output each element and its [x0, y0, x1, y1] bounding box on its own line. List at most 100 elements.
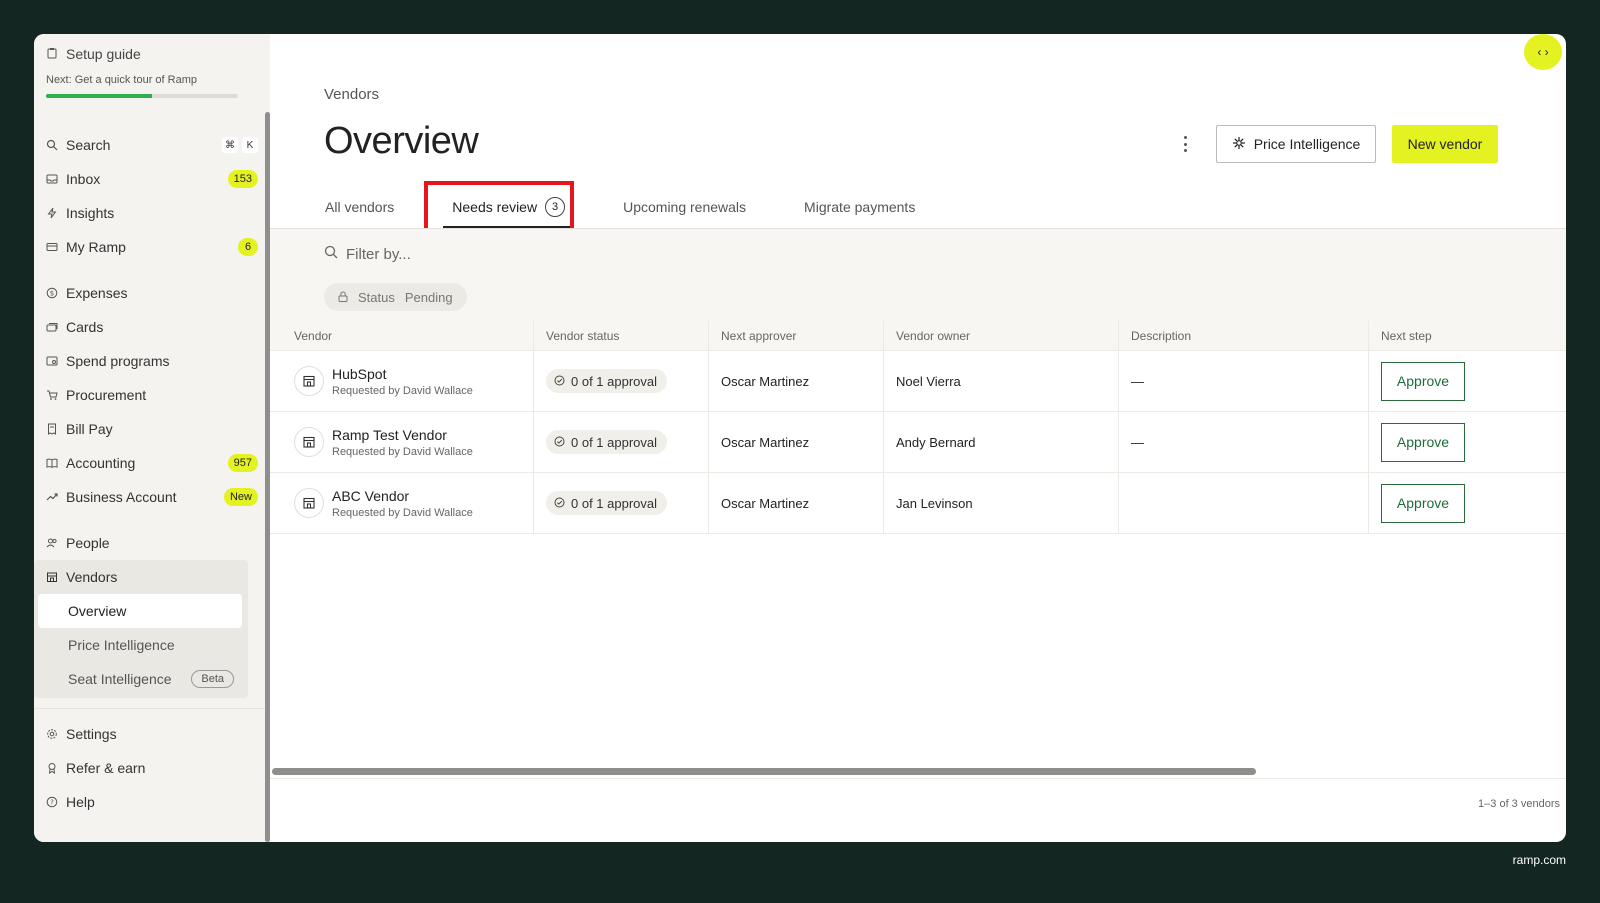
table-row[interactable]: HubSpot Requested by David Wallace 0 of 1 … [270, 351, 1566, 412]
bolt-icon [46, 207, 58, 219]
sidebar-item-procurement[interactable]: Procurement [34, 378, 270, 412]
approve-button[interactable]: Approve [1381, 422, 1465, 462]
vendor-status-cell: 0 of 1 approval [534, 412, 709, 472]
tab-migrate-payments[interactable]: Migrate payments [803, 186, 916, 228]
column-header-vendor[interactable]: Vendor [270, 321, 534, 350]
vendor-requester: Requested by David Wallace [332, 506, 473, 519]
vendor-owner-cell: Andy Bernard [884, 412, 1119, 472]
table-header: Vendor Vendor status Next approver Vendor o… [270, 321, 1566, 351]
sidebar-subitem-label: Price Intelligence [68, 637, 175, 653]
sidebar-item-label: Cards [66, 319, 104, 335]
filter-area: Filter by... Status Pending [270, 229, 1566, 321]
horizontal-scrollbar[interactable] [272, 768, 1256, 775]
column-header-vendor-status[interactable]: Vendor status [534, 321, 709, 350]
sidebar-item-business-account[interactable]: Business Account New [34, 480, 270, 514]
sidebar-item-label: Inbox [66, 171, 101, 187]
search-shortcut: ⌘ K [222, 137, 258, 153]
gear-icon [46, 728, 58, 740]
column-header-next-approver[interactable]: Next approver [709, 321, 884, 350]
tab-all-vendors[interactable]: All vendors [324, 186, 395, 228]
status-text: 0 of 1 approval [571, 434, 658, 450]
approve-button[interactable]: Approve [1381, 483, 1465, 523]
next-approver-cell: Oscar Martinez [709, 412, 884, 472]
svg-text:?: ? [50, 799, 54, 807]
sparkle-icon [1232, 136, 1246, 153]
tab-upcoming-renewals[interactable]: Upcoming renewals [622, 186, 747, 228]
next-approver-cell: Oscar Martinez [709, 351, 884, 411]
sidebar-item-accounting[interactable]: Accounting 957 [34, 446, 270, 480]
code-toggle-button[interactable]: ‹ › [1524, 34, 1562, 70]
next-step-cell: Approve [1369, 351, 1540, 411]
sidebar-item-cards[interactable]: Cards [34, 310, 270, 344]
description-cell: — [1119, 351, 1369, 411]
vendor-name: HubSpot [332, 365, 387, 382]
sidebar-item-bill-pay[interactable]: Bill Pay [34, 412, 270, 446]
price-intelligence-button[interactable]: Price Intelligence [1216, 125, 1376, 163]
description-cell: — [1119, 412, 1369, 472]
filter-input[interactable]: Filter by... [324, 245, 411, 263]
sidebar-subitem-overview[interactable]: Overview [38, 594, 242, 628]
setup-guide[interactable]: Setup guide Next: Get a quick tour of Ra… [34, 34, 270, 98]
sidebar: Setup guide Next: Get a quick tour of Ra… [34, 34, 270, 842]
vendor-requester: Requested by David Wallace [332, 384, 473, 397]
column-header-next-step[interactable]: Next step [1369, 321, 1540, 350]
count-badge: 957 [227, 454, 258, 472]
sidebar-item-search[interactable]: Search ⌘ K [34, 128, 270, 162]
sidebar-subitem-seat-intelligence[interactable]: Seat Intelligence Beta [38, 662, 242, 696]
new-vendor-button[interactable]: New vendor [1392, 125, 1498, 163]
sidebar-item-expenses[interactable]: $ Expenses [34, 276, 270, 310]
gift-icon [46, 762, 58, 774]
status-badge: 0 of 1 approval [546, 369, 668, 393]
sidebar-item-label: Refer & earn [66, 760, 146, 776]
sidebar-item-refer-earn[interactable]: Refer & earn [34, 751, 270, 785]
price-intelligence-label: Price Intelligence [1253, 136, 1361, 152]
breadcrumb[interactable]: Vendors [324, 86, 379, 103]
people-icon [46, 537, 58, 549]
sidebar-item-inbox[interactable]: Inbox 153 [34, 162, 270, 196]
sidebar-item-spend-programs[interactable]: Spend programs [34, 344, 270, 378]
sidebar-item-people[interactable]: People [34, 526, 270, 560]
table-row[interactable]: ABC Vendor Requested by David Wallace 0 of… [270, 473, 1566, 534]
svg-text:$: $ [50, 290, 54, 298]
cards-icon [46, 321, 58, 333]
sidebar-item-help[interactable]: ? Help [34, 785, 270, 819]
vendor-owner-cell: Jan Levinson [884, 473, 1119, 533]
sidebar-item-my-ramp[interactable]: My Ramp 6 [34, 230, 270, 264]
app-window: Setup guide Next: Get a quick tour of Ra… [34, 34, 1566, 842]
more-options-icon[interactable] [1182, 136, 1188, 152]
vendor-owner-cell: Noel Vierra [884, 351, 1119, 411]
sidebar-item-insights[interactable]: Insights [34, 196, 270, 230]
sidebar-item-label: Help [66, 794, 95, 810]
vendor-cell[interactable]: Ramp Test Vendor Requested by David Walla… [270, 412, 534, 472]
store-icon [46, 571, 58, 583]
main-content: ‹ › Vendors Overview Price Intelligence … [270, 34, 1566, 842]
setup-guide-title: Setup guide [66, 46, 141, 62]
vendor-cell[interactable]: HubSpot Requested by David Wallace [270, 351, 534, 411]
sidebar-subitem-label: Seat Intelligence [68, 671, 172, 687]
table-row[interactable]: Ramp Test Vendor Requested by David Walla… [270, 412, 1566, 473]
approve-button[interactable]: Approve [1381, 361, 1465, 401]
count-badge: 153 [227, 170, 258, 188]
inbox-icon [46, 173, 58, 185]
column-header-vendor-owner[interactable]: Vendor owner [884, 321, 1119, 350]
status-text: 0 of 1 approval [571, 373, 658, 389]
status-filter-chip[interactable]: Status Pending [324, 283, 467, 311]
status-text: 0 of 1 approval [571, 495, 658, 511]
sidebar-item-label: Business Account [66, 489, 177, 505]
next-step-cell: Approve [1369, 412, 1540, 472]
sidebar-item-settings[interactable]: Settings [34, 717, 270, 751]
next-approver-cell: Oscar Martinez [709, 473, 884, 533]
column-header-description[interactable]: Description [1119, 321, 1369, 350]
store-icon [294, 488, 324, 518]
search-icon [46, 139, 58, 151]
program-icon [46, 355, 58, 367]
sidebar-item-label: Spend programs [66, 353, 170, 369]
sidebar-subitem-price-intelligence[interactable]: Price Intelligence [38, 628, 242, 662]
bill-icon [46, 423, 58, 435]
count-badge: New [223, 488, 258, 506]
description-cell [1119, 473, 1369, 533]
sidebar-item-vendors[interactable]: Vendors [34, 560, 248, 594]
sidebar-item-label: Expenses [66, 285, 128, 301]
trend-icon [46, 491, 58, 503]
vendor-cell[interactable]: ABC Vendor Requested by David Wallace [270, 473, 534, 533]
